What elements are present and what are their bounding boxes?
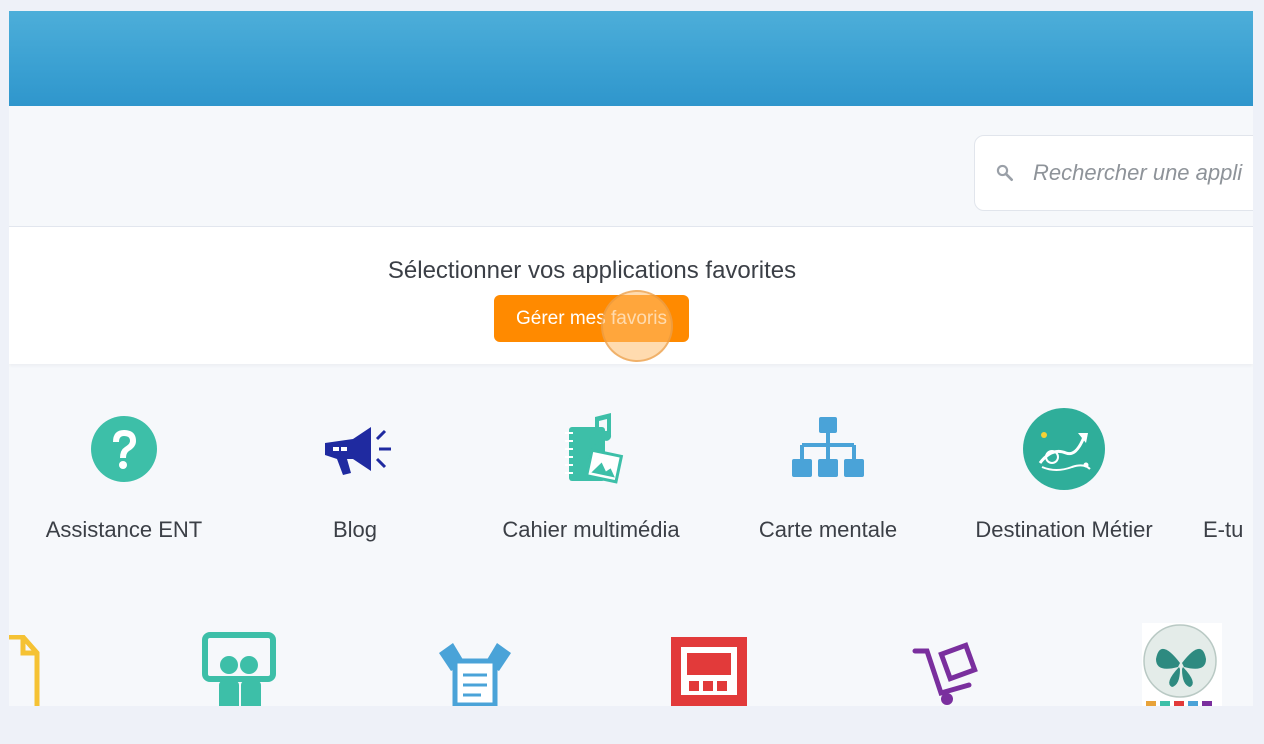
megaphone-icon xyxy=(325,427,391,475)
app-label: Blog xyxy=(332,517,378,542)
app-tile-destination-metier[interactable]: Destination Métier xyxy=(949,407,1179,567)
top-header-bar xyxy=(9,11,1253,106)
app-label: Cahier multimédia xyxy=(502,517,680,542)
question-icon xyxy=(91,416,157,482)
document-icon[interactable] xyxy=(9,635,73,706)
app-tile-cahier-multimedia[interactable]: Cahier multimédia xyxy=(476,407,706,567)
search-box[interactable] xyxy=(974,135,1253,211)
slideshow-icon[interactable] xyxy=(669,637,753,706)
search-icon xyxy=(996,164,1013,181)
app-label: Destination Métier xyxy=(975,517,1153,542)
favorites-title: Sélectionner vos applications favorites xyxy=(387,257,797,284)
app-window: Sélectionner vos applications favorites … xyxy=(9,11,1253,706)
pronote-icon[interactable] xyxy=(1142,623,1222,706)
app-label: Assistance ENT xyxy=(45,517,203,542)
app-label: Carte mentale xyxy=(758,517,898,542)
manage-favorites-button[interactable]: Gérer mes favoris xyxy=(494,295,689,342)
app-tile-carte-mentale[interactable]: Carte mentale xyxy=(713,407,943,567)
favorites-panel: Sélectionner vos applications favorites … xyxy=(9,227,1253,364)
org-chart-icon xyxy=(792,417,864,477)
users-board-icon[interactable] xyxy=(197,631,281,706)
app-label: E-tu xyxy=(1203,517,1244,542)
app-tile-blog[interactable]: Blog xyxy=(240,407,470,567)
search-strip xyxy=(9,106,1253,227)
app-tile-assistance-ent[interactable]: Assistance ENT xyxy=(9,407,239,567)
multimedia-notebook-icon xyxy=(565,413,624,484)
cart-icon[interactable] xyxy=(907,637,991,706)
career-destination-icon xyxy=(1023,408,1105,490)
app-tile-e-tu[interactable]: E-tu xyxy=(1185,407,1253,567)
survey-icon[interactable] xyxy=(433,637,517,706)
search-input[interactable] xyxy=(1031,159,1253,187)
